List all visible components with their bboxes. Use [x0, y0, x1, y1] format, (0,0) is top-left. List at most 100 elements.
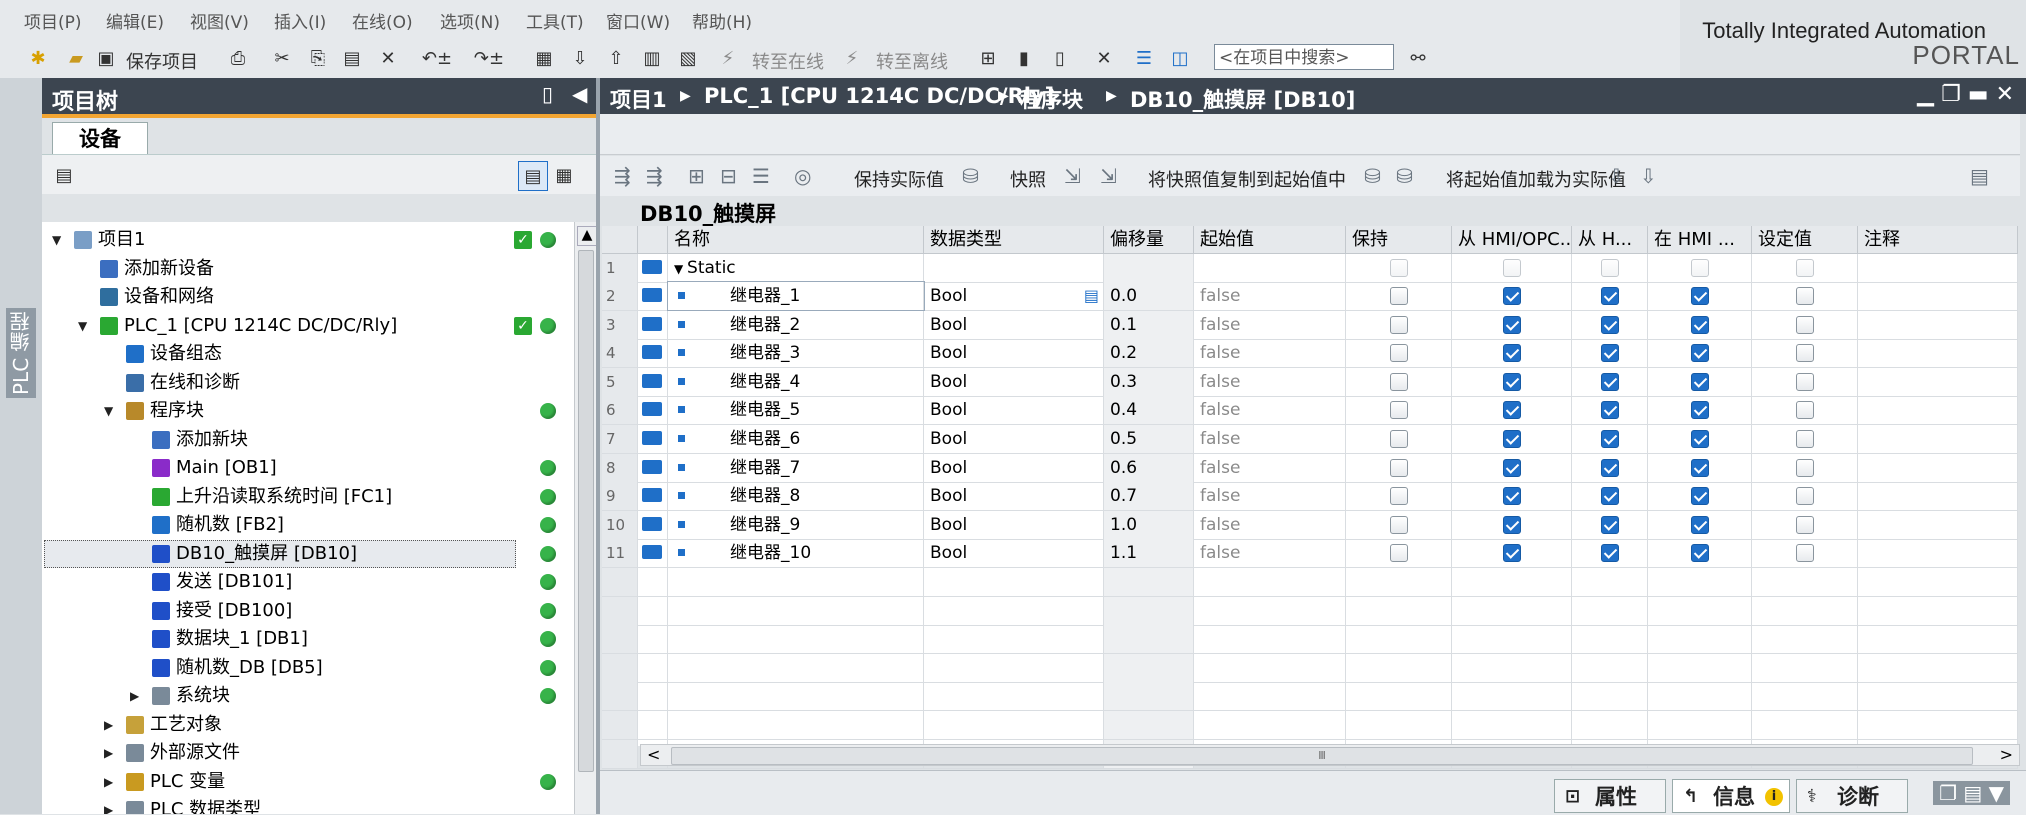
- tree-item[interactable]: ▶ PLC 变量: [42, 768, 572, 796]
- scroll-up-icon[interactable]: ▲: [577, 226, 597, 246]
- setpoint-checkbox[interactable]: [1796, 458, 1814, 477]
- retain-checkbox[interactable]: [1390, 458, 1408, 477]
- save-project-button[interactable]: 保存项目: [126, 48, 198, 74]
- menu-insert[interactable]: 插入(I): [274, 8, 326, 33]
- datatype-cell[interactable]: Bool ▤: [924, 282, 1104, 310]
- setpoint-checkbox[interactable]: [1796, 401, 1814, 420]
- retain-checkbox[interactable]: [1390, 515, 1408, 534]
- tree-item[interactable]: ▶ PLC 数据类型: [42, 796, 572, 814]
- header-name[interactable]: 名称: [668, 226, 924, 254]
- stop-cpu-icon[interactable]: ▯: [1048, 44, 1072, 72]
- table-hscrollbar[interactable]: < Ⅲ >: [640, 744, 2020, 766]
- start-value-cell[interactable]: false: [1194, 396, 1346, 425]
- setpoint-checkbox[interactable]: [1796, 430, 1814, 448]
- datatype-cell[interactable]: Bool: [924, 367, 1104, 396]
- load-start-as-actual-button[interactable]: 将起始值加载为实际值: [1446, 166, 1626, 192]
- setpoint-checkbox[interactable]: [1796, 259, 1814, 277]
- tree-item[interactable]: ▶ 外部源文件: [42, 739, 572, 767]
- hmi-writable-checkbox[interactable]: [1601, 515, 1619, 534]
- table-row[interactable]: 3 继电器_2 Bool 0.1 false: [602, 310, 2018, 340]
- retain-checkbox[interactable]: [1390, 372, 1408, 391]
- inspector-window-controls[interactable]: ❐ ▤ ▼: [1933, 781, 2010, 805]
- tree-item[interactable]: 随机数 [FB2]: [42, 511, 572, 539]
- comment-cell[interactable]: [1858, 310, 2018, 339]
- snapshot-button[interactable]: 快照: [1010, 166, 1046, 192]
- search-binoculars-icon[interactable]: ⚯: [1406, 44, 1430, 72]
- table-row[interactable]: 2 继电器_1 Bool ▤ 0.0 false: [602, 281, 2018, 311]
- menu-options[interactable]: 选项(N): [440, 8, 500, 33]
- menu-view[interactable]: 视图(V): [190, 8, 249, 33]
- expand-down-icon[interactable]: ▼: [52, 226, 61, 254]
- start-value-cell[interactable]: false: [1194, 425, 1346, 453]
- header-datatype[interactable]: 数据类型: [924, 226, 1104, 254]
- hmi-visible-checkbox[interactable]: [1691, 372, 1709, 391]
- tree-item[interactable]: ▶ 工艺对象: [42, 711, 572, 739]
- header-comment[interactable]: 注释: [1858, 226, 2018, 254]
- split-horizontal-icon[interactable]: ☰: [1132, 44, 1156, 72]
- tree-item[interactable]: 设备组态: [42, 340, 572, 368]
- hmi-accessible-checkbox[interactable]: [1503, 544, 1521, 563]
- comment-cell[interactable]: [1858, 453, 2018, 482]
- accessible-devices-icon[interactable]: ⊞: [976, 44, 1000, 72]
- db-snapshot-icon[interactable]: ⛁: [962, 164, 979, 188]
- collapse-all-icon[interactable]: ⊟: [720, 164, 737, 188]
- list-icon[interactable]: ☰: [752, 164, 770, 188]
- hmi-visible-checkbox[interactable]: [1691, 315, 1709, 334]
- download-icon[interactable]: ⇩: [568, 44, 592, 72]
- hmi-writable-checkbox[interactable]: [1601, 259, 1619, 277]
- retain-checkbox[interactable]: [1390, 401, 1408, 420]
- paste-icon[interactable]: ▤: [340, 44, 364, 72]
- menu-project[interactable]: 项目(P): [24, 8, 82, 33]
- datatype-cell[interactable]: Bool: [924, 482, 1104, 511]
- name-cell[interactable]: 继电器_3: [668, 339, 924, 368]
- hmi-accessible-checkbox[interactable]: [1503, 515, 1521, 534]
- start-value-cell[interactable]: false: [1194, 310, 1346, 339]
- comment-cell[interactable]: [1858, 254, 2018, 282]
- header-start-value[interactable]: 起始值: [1194, 226, 1346, 254]
- header-visible-hmi[interactable]: 在 HMI ...: [1648, 226, 1752, 254]
- setpoint-checkbox[interactable]: [1796, 287, 1814, 305]
- start-value-cell[interactable]: false: [1194, 367, 1346, 396]
- hmi-visible-checkbox[interactable]: [1691, 487, 1709, 506]
- hmi-writable-checkbox[interactable]: [1601, 315, 1619, 334]
- tab-devices[interactable]: 设备: [52, 122, 148, 155]
- tree-item[interactable]: ▼ PLC_1 [CPU 1214C DC/DC/Rly] ✓: [42, 312, 572, 340]
- table-row[interactable]: 6 继电器_5 Bool 0.4 false: [602, 396, 2018, 426]
- table-row-static[interactable]: 1 ▼ Static: [602, 254, 2018, 283]
- setpoint-checkbox[interactable]: [1796, 344, 1814, 363]
- tree-item[interactable]: 添加新设备: [42, 255, 572, 283]
- tab-info[interactable]: ↰ 信息 i: [1672, 779, 1790, 813]
- new-project-icon[interactable]: ✱: [26, 44, 50, 72]
- table-row[interactable]: 8 继电器_7 Bool 0.6 false: [602, 453, 2018, 483]
- header-offset[interactable]: 偏移量: [1104, 226, 1194, 254]
- datatype-cell[interactable]: Bool: [924, 339, 1104, 368]
- hmi-visible-checkbox[interactable]: [1691, 287, 1709, 305]
- start-value-cell[interactable]: false: [1194, 482, 1346, 511]
- hmi-accessible-checkbox[interactable]: [1503, 430, 1521, 448]
- hmi-accessible-checkbox[interactable]: [1503, 458, 1521, 477]
- name-cell[interactable]: 继电器_9: [668, 510, 924, 539]
- hmi-accessible-checkbox[interactable]: [1503, 287, 1521, 305]
- expand-right-icon[interactable]: ▶: [104, 711, 113, 739]
- tree-scrollbar[interactable]: ▲: [574, 222, 597, 814]
- menu-online[interactable]: 在线(O): [352, 8, 413, 33]
- setpoint-checkbox[interactable]: [1796, 487, 1814, 506]
- start-value-cell[interactable]: false: [1194, 539, 1346, 568]
- setpoint-checkbox[interactable]: [1796, 372, 1814, 391]
- start-cpu-icon[interactable]: ▮: [1012, 44, 1036, 72]
- header-retain[interactable]: 保持: [1346, 226, 1452, 254]
- menu-window[interactable]: 窗口(W): [606, 8, 670, 33]
- copy-icon[interactable]: ⎘: [306, 44, 330, 72]
- hmi-writable-checkbox[interactable]: [1601, 344, 1619, 363]
- table-hscroll-thumb[interactable]: Ⅲ: [671, 747, 1973, 765]
- comment-cell[interactable]: [1858, 425, 2018, 453]
- setpoint-checkbox[interactable]: [1796, 315, 1814, 334]
- tree-item[interactable]: ▶ 系统块: [42, 682, 572, 710]
- delete-icon[interactable]: ✕: [376, 44, 400, 72]
- datatype-cell[interactable]: Bool: [924, 539, 1104, 568]
- go-offline-icon[interactable]: ⚡: [840, 44, 864, 72]
- table-row[interactable]: 9 继电器_8 Bool 0.7 false: [602, 482, 2018, 512]
- retain-checkbox[interactable]: [1390, 259, 1408, 277]
- expand-down-icon[interactable]: ▼: [104, 397, 113, 425]
- menu-help[interactable]: 帮助(H): [692, 8, 752, 33]
